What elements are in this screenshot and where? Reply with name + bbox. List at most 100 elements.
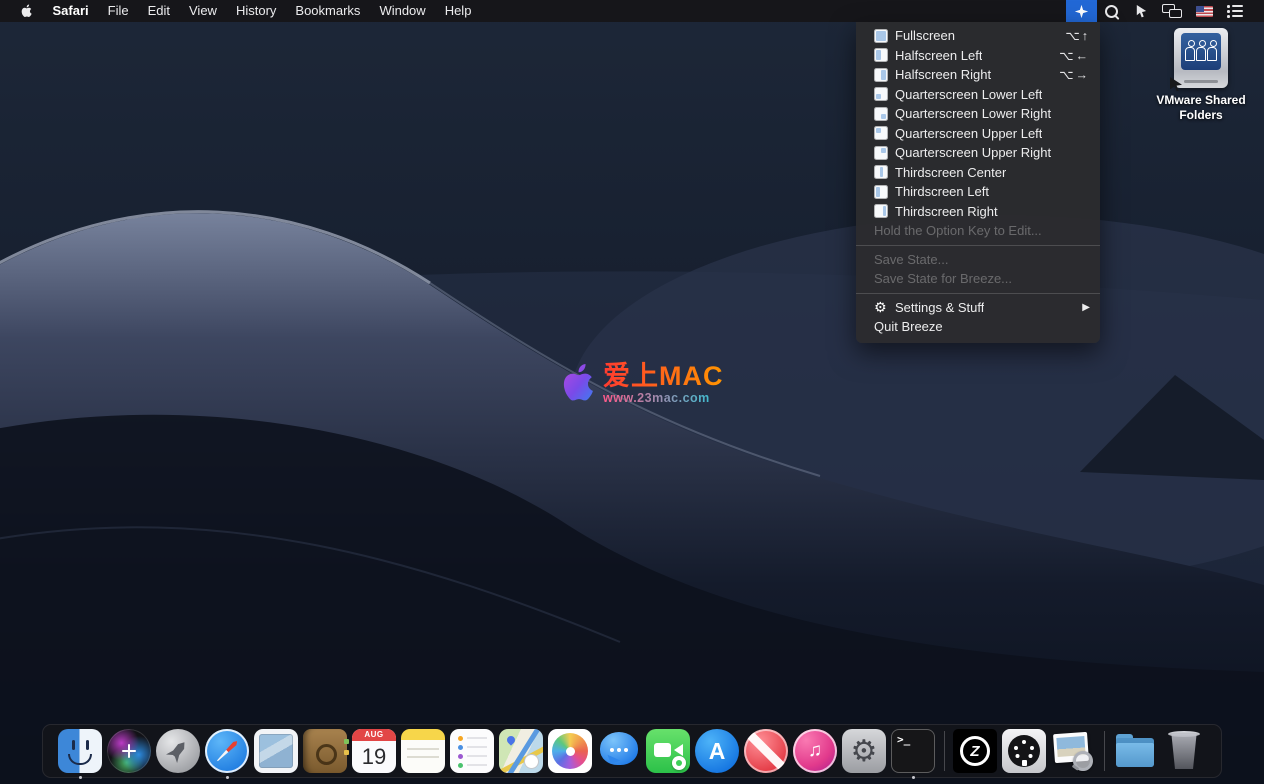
- shortcut: ⌥↑: [1065, 29, 1090, 44]
- menu-app-name[interactable]: Safari: [43, 0, 98, 22]
- region-third-center-icon: [874, 165, 888, 180]
- menu-item-quit-breeze[interactable]: Quit Breeze: [856, 317, 1100, 337]
- pointer-icon[interactable]: [1127, 0, 1155, 22]
- dock-icon-news[interactable]: [744, 729, 788, 773]
- compass-needle: [216, 740, 239, 763]
- apple-logo-watermark-icon: [563, 364, 593, 401]
- menu-item-quarterscreen-lower-right[interactable]: Quarterscreen Lower Right: [856, 104, 1100, 124]
- menu-item-quarterscreen-upper-right[interactable]: Quarterscreen Upper Right: [856, 143, 1100, 163]
- menu-file[interactable]: File: [98, 0, 138, 22]
- dock-icon-midi-device[interactable]: [1002, 729, 1046, 773]
- region-quarter-lower-right-icon: [874, 106, 888, 121]
- region-quarter-lower-left-icon: [874, 87, 888, 102]
- dock-icon-safari[interactable]: [205, 729, 249, 779]
- dock-icon-finder[interactable]: [58, 729, 102, 779]
- shortcut: ⌥→: [1059, 68, 1090, 83]
- dock: AUG 19 A ♫ ⚙ >_ Z: [42, 724, 1222, 779]
- drive-panel: [1181, 33, 1221, 70]
- dock-icon-trash[interactable]: [1162, 729, 1206, 773]
- watermark-subtitle: www.23mac.com: [603, 391, 724, 406]
- diagonal-band: [744, 729, 788, 773]
- menu-item-thirdscreen-center[interactable]: Thirdscreen Center: [856, 163, 1100, 183]
- menu-history[interactable]: History: [226, 0, 285, 22]
- stamp-art: [259, 734, 293, 768]
- menu-item-settings-and-stuff[interactable]: ⚙ Settings & Stuff ▶: [856, 298, 1100, 318]
- dock-icon-contacts[interactable]: [303, 729, 349, 773]
- desktop: 爱上MAC www.23mac.com VMware Shared Folder…: [0, 0, 1264, 784]
- menu-item-halfscreen-right[interactable]: Halfscreen Right ⌥→: [856, 65, 1100, 85]
- rocket-glyph: [165, 737, 191, 763]
- camera-glyph: [654, 743, 671, 757]
- music-note-glyph: ♫: [807, 740, 823, 761]
- region-half-left-icon: [874, 48, 888, 63]
- region-half-right-icon: [874, 67, 888, 82]
- menu-bar: Safari File Edit View History Bookmarks …: [0, 0, 1264, 22]
- dock-icon-photos[interactable]: [548, 729, 592, 773]
- dock-icon-messages[interactable]: [597, 729, 641, 774]
- spotlight-search-icon[interactable]: [1097, 0, 1127, 22]
- dock-icon-terminal[interactable]: >_: [891, 729, 935, 779]
- sparkle-glyph: [122, 744, 136, 758]
- menu-help[interactable]: Help: [435, 0, 481, 22]
- person-icon: [1207, 40, 1217, 62]
- shortcut: ⌥←: [1059, 48, 1090, 63]
- dock-icon-notes[interactable]: [401, 729, 445, 773]
- menu-window[interactable]: Window: [370, 0, 435, 22]
- menu-item-save-state: Save State...: [874, 251, 949, 267]
- us-flag-input-icon[interactable]: [1189, 0, 1220, 22]
- apple-menu[interactable]: [8, 3, 43, 19]
- menu-view[interactable]: View: [180, 0, 227, 22]
- dock-divider: [1103, 731, 1105, 771]
- magnifier-glyph: [1104, 4, 1120, 19]
- dock-icon-calendar[interactable]: AUG 19: [352, 729, 396, 773]
- displays-glyph: [1162, 4, 1182, 18]
- drive-slot: [1184, 80, 1218, 83]
- list-glyph: [1227, 5, 1243, 18]
- menu-item-thirdscreen-left[interactable]: Thirdscreen Left: [856, 182, 1100, 202]
- dock-icon-preview[interactable]: [1051, 729, 1095, 773]
- breeze-menubar-icon[interactable]: [1066, 0, 1097, 22]
- displays-icon[interactable]: [1155, 0, 1189, 22]
- menu-separator: [856, 292, 1100, 294]
- dock-divider: [943, 731, 945, 771]
- dock-icon-breeze[interactable]: Z: [953, 729, 997, 773]
- desktop-icon-vmware-shared-folders[interactable]: VMware Shared Folders: [1140, 28, 1262, 123]
- star-icon: [1074, 4, 1089, 18]
- menu-item-thirdscreen-right[interactable]: Thirdscreen Right: [856, 202, 1100, 222]
- region-full-icon: [874, 28, 888, 43]
- menu-item-quarterscreen-lower-left[interactable]: Quarterscreen Lower Left: [856, 85, 1100, 105]
- dock-icon-launchpad[interactable]: [156, 729, 200, 773]
- menu-item-halfscreen-left[interactable]: Halfscreen Left ⌥←: [856, 46, 1100, 66]
- menu-item-fullscreen[interactable]: Fullscreen ⌥↑: [856, 26, 1100, 46]
- menu-item-save-state-for-breeze: Save State for Breeze...: [874, 271, 1013, 287]
- person-icon: [1185, 40, 1195, 62]
- dock-icon-app-store[interactable]: A: [695, 729, 739, 773]
- region-third-left-icon: [874, 184, 888, 199]
- flag-glyph: [1196, 5, 1213, 17]
- dock-icon-siri[interactable]: [107, 729, 151, 773]
- gear-glyph: ⚙: [850, 734, 878, 768]
- menu-item-hold-option-hint: Hold the Option Key to Edit...: [874, 223, 1042, 239]
- dock-icon-facetime[interactable]: [646, 729, 690, 773]
- desktop-icon-label: VMware Shared Folders: [1156, 93, 1246, 122]
- cursor-glyph: [1136, 4, 1147, 17]
- submenu-arrow-icon: ▶: [1082, 301, 1090, 313]
- dock-icon-reminders[interactable]: [450, 729, 494, 773]
- region-third-right-icon: [874, 204, 888, 219]
- breeze-dropdown-menu: Fullscreen ⌥↑ Halfscreen Left ⌥← Halfscr…: [856, 22, 1100, 343]
- menu-bookmarks[interactable]: Bookmarks: [286, 0, 370, 22]
- dock-icon-maps[interactable]: [499, 729, 543, 773]
- menu-edit[interactable]: Edit: [138, 0, 179, 22]
- dock-icon-mail[interactable]: [254, 729, 298, 773]
- menu-item-quarterscreen-upper-left[interactable]: Quarterscreen Upper Left: [856, 124, 1100, 144]
- dock-icon-itunes[interactable]: ♫: [793, 729, 837, 773]
- desktop-watermark: 爱上MAC www.23mac.com: [556, 360, 724, 406]
- dock-icon-system-preferences[interactable]: ⚙: [842, 729, 886, 773]
- region-quarter-upper-left-icon: [874, 126, 888, 141]
- watermark-title: 爱上MAC: [603, 360, 724, 391]
- dock-icon-downloads-folder[interactable]: [1113, 729, 1157, 773]
- cursor-arrow-icon: [1170, 77, 1182, 91]
- notification-list-icon[interactable]: [1220, 0, 1250, 22]
- gear-icon: ⚙: [874, 298, 887, 315]
- shared-drive-icon: [1170, 28, 1228, 91]
